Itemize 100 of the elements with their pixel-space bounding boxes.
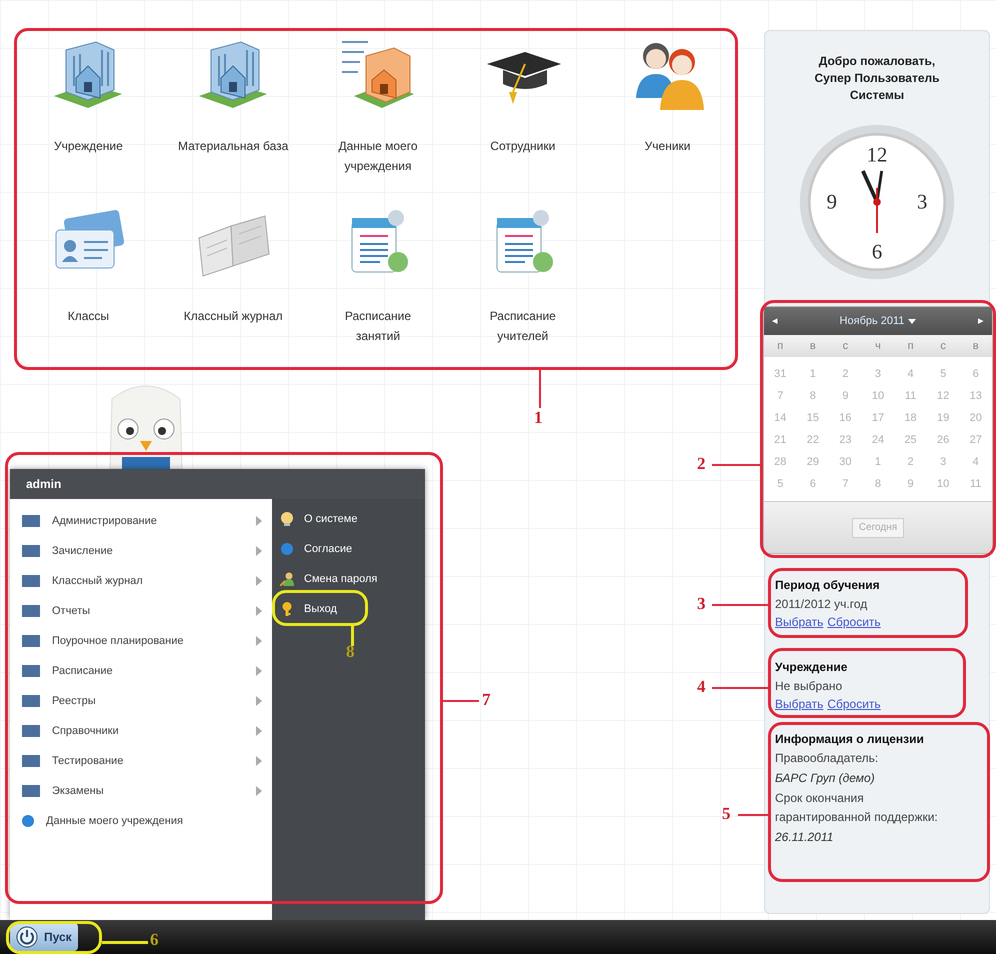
- calendar-day[interactable]: 6: [959, 363, 992, 385]
- menu-item[interactable]: Выход: [280, 594, 425, 624]
- submenu-arrow-icon: [256, 786, 262, 796]
- link[interactable]: Сбросить: [827, 696, 881, 712]
- weekday-label: в: [972, 338, 980, 354]
- calendar-day[interactable]: 17: [862, 407, 894, 429]
- calendar-day[interactable]: 22: [796, 429, 830, 451]
- menu-item[interactable]: Реестры: [22, 686, 272, 716]
- calendar-day[interactable]: 5: [764, 473, 797, 495]
- calendar-day[interactable]: 31: [764, 363, 797, 385]
- start-button[interactable]: Пуск: [10, 923, 78, 951]
- month-picker[interactable]: Ноябрь 2011: [840, 312, 916, 330]
- desktop-shortcut[interactable]: Материальная база: [168, 34, 298, 184]
- calendar-day[interactable]: 7: [829, 473, 862, 495]
- submenu-arrow-icon: [256, 726, 262, 736]
- calendar-day[interactable]: 21: [764, 429, 797, 451]
- menu-item[interactable]: Смена пароля: [280, 564, 425, 594]
- menu-item[interactable]: Расписание: [22, 656, 272, 686]
- desktop-shortcut[interactable]: Классный журнал: [168, 204, 298, 354]
- folder-icon: [22, 545, 40, 557]
- menu-item[interactable]: Администрирование: [22, 506, 272, 536]
- calendar-day[interactable]: 13: [959, 385, 992, 407]
- calendar-day[interactable]: 8: [862, 473, 894, 495]
- info-text: 2011/2012 уч.год: [775, 596, 868, 613]
- calendar-day[interactable]: 30: [829, 451, 862, 473]
- weekday-label: п: [906, 338, 915, 354]
- menu-item[interactable]: Классный журнал: [22, 566, 272, 596]
- info-text: Срок окончания гарантированной поддержки:: [775, 790, 939, 826]
- menu-item[interactable]: Справочники: [22, 716, 272, 746]
- calendar-day[interactable]: 4: [894, 363, 927, 385]
- calendar-day[interactable]: 9: [829, 385, 862, 407]
- calendar-day[interactable]: 23: [829, 429, 862, 451]
- leader-line: [712, 604, 768, 606]
- menu-item[interactable]: Поурочное планирование: [22, 626, 272, 656]
- leader-line: [351, 626, 354, 646]
- calendar-day[interactable]: 2: [894, 451, 927, 473]
- leader-line: [712, 687, 768, 689]
- calendar-day[interactable]: 27: [959, 429, 992, 451]
- calendar-day[interactable]: 11: [894, 385, 927, 407]
- dropdown-caret-icon: [908, 318, 916, 324]
- globe-icon: [22, 815, 34, 827]
- calendar-day[interactable]: 15: [796, 407, 830, 429]
- menu-item[interactable]: О системе: [280, 504, 425, 534]
- info-text: Не выбрано: [775, 678, 844, 695]
- today-button[interactable]: Сегодня: [852, 518, 904, 538]
- calendar-day[interactable]: 2: [829, 363, 862, 385]
- calendar-day[interactable]: 18: [894, 407, 927, 429]
- calendar-day[interactable]: 28: [764, 451, 797, 473]
- calendar-day[interactable]: 20: [959, 407, 992, 429]
- menu-item[interactable]: Экзамены: [22, 776, 272, 806]
- calendar-day[interactable]: 3: [862, 363, 894, 385]
- calendar-day[interactable]: 19: [926, 407, 960, 429]
- link[interactable]: Сбросить: [827, 614, 881, 630]
- desktop-shortcut[interactable]: Расписание занятий: [312, 204, 443, 354]
- calendar-day[interactable]: 5: [926, 363, 960, 385]
- calendar-day[interactable]: 3: [926, 451, 960, 473]
- calendar-day[interactable]: 10: [862, 385, 894, 407]
- calendar-day[interactable]: 8: [796, 385, 830, 407]
- folder-icon: [22, 665, 40, 677]
- calendar-day[interactable]: 1: [796, 363, 830, 385]
- link[interactable]: Выбрать: [775, 696, 824, 712]
- menu-user-name: admin: [10, 469, 425, 499]
- calendar-day[interactable]: 24: [862, 429, 894, 451]
- desktop-shortcut[interactable]: Данные моего учреждения: [312, 34, 443, 184]
- calendar-day[interactable]: 16: [829, 407, 862, 429]
- desktop-shortcut[interactable]: Расписание учителей: [458, 204, 588, 354]
- calendar-day[interactable]: 12: [926, 385, 960, 407]
- desktop-shortcut[interactable]: Сотрудники: [458, 34, 588, 184]
- link[interactable]: Выбрать: [775, 614, 824, 630]
- previous-month-button[interactable]: ◂: [772, 312, 778, 330]
- calendar-day[interactable]: 10: [926, 473, 960, 495]
- submenu-arrow-icon: [256, 696, 262, 706]
- calendar-day[interactable]: 4: [959, 451, 992, 473]
- leader-line: [738, 814, 768, 816]
- calendar-day[interactable]: 6: [796, 473, 830, 495]
- menu-item[interactable]: Отчеты: [22, 596, 272, 626]
- folder-icon: [22, 725, 40, 737]
- calendar-day[interactable]: 1: [862, 451, 894, 473]
- desktop-shortcut[interactable]: Учреждение: [23, 34, 154, 184]
- leader-line: [443, 700, 479, 702]
- desktop-shortcut[interactable]: Ученики: [602, 34, 733, 184]
- calendar-day[interactable]: 29: [796, 451, 830, 473]
- menu-item[interactable]: Тестирование: [22, 746, 272, 776]
- calendar-day[interactable]: 25: [894, 429, 927, 451]
- submenu-arrow-icon: [256, 576, 262, 586]
- menu-item[interactable]: Зачисление: [22, 536, 272, 566]
- calendar-day[interactable]: 26: [926, 429, 960, 451]
- folder-icon: [22, 635, 40, 647]
- calendar-day[interactable]: 14: [764, 407, 797, 429]
- calendar-day[interactable]: 7: [764, 385, 797, 407]
- callout-number: 5: [722, 804, 730, 824]
- submenu-arrow-icon: [256, 546, 262, 556]
- menu-item[interactable]: Данные моего учреждения: [22, 806, 272, 836]
- next-month-button[interactable]: ▸: [978, 312, 984, 330]
- user-key-icon: [280, 572, 294, 586]
- folder-icon: [22, 785, 40, 797]
- calendar-day[interactable]: 11: [959, 473, 992, 495]
- desktop-shortcut[interactable]: Классы: [23, 204, 154, 354]
- calendar-day[interactable]: 9: [894, 473, 927, 495]
- menu-item[interactable]: Согласие: [280, 534, 425, 564]
